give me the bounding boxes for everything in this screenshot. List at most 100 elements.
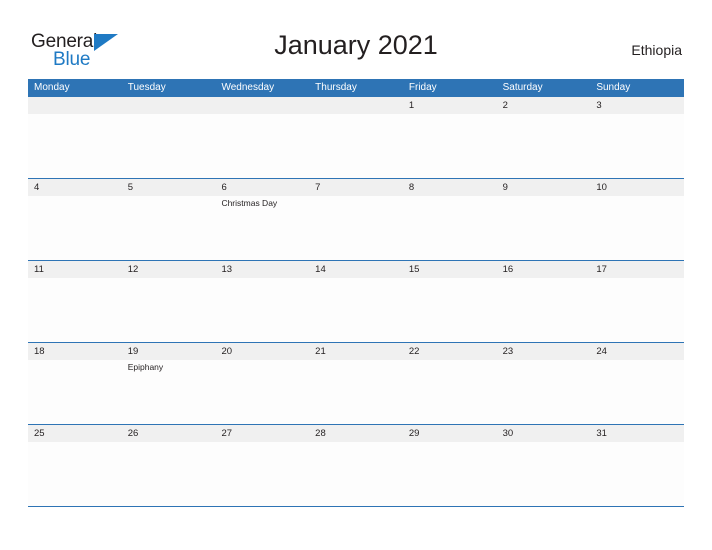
day-number: 13 bbox=[215, 261, 310, 278]
day-events bbox=[28, 114, 122, 116]
weekday-header-friday: Friday bbox=[408, 82, 437, 93]
day-number bbox=[309, 97, 403, 114]
day-number: 14 bbox=[309, 261, 403, 278]
calendar-day-cell[interactable]: 4 bbox=[28, 179, 122, 260]
day-events bbox=[28, 360, 122, 362]
calendar-week-row: 4 5 6 Christmas Day 7 8 9 10 bbox=[28, 178, 685, 260]
calendar-day-cell[interactable]: 26 bbox=[121, 425, 216, 506]
day-number: 23 bbox=[496, 343, 591, 360]
calendar-weeks: 1 2 3 4 5 6 Christmas Day 7 8 9 10 11 12 13 14 15 16 17 18… bbox=[28, 97, 685, 506]
day-number: 29 bbox=[402, 425, 497, 442]
calendar-week-row: 11 12 13 14 15 16 17 bbox=[28, 260, 685, 342]
calendar-day-cell[interactable]: 27 bbox=[215, 425, 310, 506]
page-title: January 2021 bbox=[274, 30, 438, 60]
calendar-day-cell[interactable]: 18 bbox=[28, 343, 122, 424]
calendar-table: Monday Tuesday Wednesday Thursday Friday… bbox=[28, 79, 685, 507]
day-events bbox=[403, 442, 497, 444]
day-number: 7 bbox=[309, 179, 403, 196]
calendar-day-cell[interactable]: 31 bbox=[590, 425, 685, 506]
calendar-week-row: 123 bbox=[28, 97, 685, 178]
day-events bbox=[309, 114, 403, 116]
calendar-day-cell[interactable]: 8 bbox=[402, 179, 497, 260]
weekday-header-row: Monday Tuesday Wednesday Thursday Friday… bbox=[28, 79, 684, 97]
calendar-day-cell[interactable]: 2 bbox=[496, 97, 591, 178]
calendar-day-cell[interactable]: 29 bbox=[402, 425, 497, 506]
day-events bbox=[403, 114, 497, 116]
day-number bbox=[121, 97, 216, 114]
calendar-day-cell[interactable]: 13 bbox=[215, 261, 310, 342]
weekday-header-wednesday: Wednesday bbox=[221, 82, 275, 93]
day-number: 8 bbox=[402, 179, 497, 196]
day-events bbox=[497, 114, 591, 116]
calendar-day-cell[interactable]: 11 bbox=[28, 261, 122, 342]
day-events bbox=[497, 278, 591, 280]
weekday-header-sunday: Sunday bbox=[596, 82, 631, 93]
day-number bbox=[28, 97, 122, 114]
calendar-day-cell[interactable]: 22 bbox=[402, 343, 497, 424]
calendar-day-cell[interactable]: 6 Christmas Day bbox=[215, 179, 310, 260]
day-number: 19 bbox=[121, 343, 216, 360]
calendar-day-cell[interactable]: 17 bbox=[590, 261, 685, 342]
calendar-empty-cell bbox=[121, 97, 216, 178]
calendar-empty-cell bbox=[28, 97, 122, 178]
day-events bbox=[215, 278, 309, 280]
calendar-day-cell[interactable]: 3 bbox=[590, 97, 685, 178]
day-number: 11 bbox=[28, 261, 122, 278]
calendar-day-cell[interactable]: 19 Epiphany bbox=[121, 343, 216, 424]
calendar-day-cell[interactable]: 24 bbox=[590, 343, 685, 424]
weekday-header-thursday: Thursday bbox=[315, 82, 357, 93]
calendar-day-cell[interactable]: 20 bbox=[215, 343, 310, 424]
calendar-day-cell[interactable]: 21 bbox=[309, 343, 403, 424]
calendar-day-cell[interactable]: 28 bbox=[309, 425, 403, 506]
weekday-header-monday: Monday bbox=[34, 82, 70, 93]
day-events bbox=[215, 360, 309, 362]
calendar-week-cells: 123 bbox=[28, 97, 685, 178]
calendar-week-cells: 25 26 27 28 29 30 31 bbox=[28, 425, 685, 506]
day-number: 4 bbox=[28, 179, 122, 196]
calendar-day-cell[interactable]: 10 bbox=[590, 179, 685, 260]
holiday-label: Christmas Day bbox=[221, 198, 278, 208]
day-number: 21 bbox=[309, 343, 403, 360]
day-events bbox=[403, 278, 497, 280]
day-number: 17 bbox=[590, 261, 685, 278]
day-events bbox=[28, 442, 122, 444]
calendar-week-row: 18 19 Epiphany 20 21 22 23 24 bbox=[28, 342, 685, 424]
calendar-day-cell[interactable]: 30 bbox=[496, 425, 591, 506]
calendar-day-cell[interactable]: 1 bbox=[402, 97, 497, 178]
day-events bbox=[215, 114, 309, 116]
day-events bbox=[309, 278, 403, 280]
calendar-day-cell[interactable]: 23 bbox=[496, 343, 591, 424]
holiday-label: Epiphany bbox=[127, 362, 164, 372]
day-events: Epiphany bbox=[122, 360, 216, 373]
day-events bbox=[122, 114, 216, 116]
calendar-day-cell[interactable]: 7 bbox=[309, 179, 403, 260]
day-number: 28 bbox=[309, 425, 403, 442]
day-events bbox=[309, 360, 403, 362]
calendar-day-cell[interactable]: 15 bbox=[402, 261, 497, 342]
country-label: Ethiopia bbox=[631, 42, 682, 58]
calendar-day-cell[interactable]: 25 bbox=[28, 425, 122, 506]
day-events bbox=[122, 278, 216, 280]
day-events bbox=[403, 196, 497, 198]
calendar-week-cells: 11 12 13 14 15 16 17 bbox=[28, 261, 685, 342]
day-number: 25 bbox=[28, 425, 122, 442]
day-events: Christmas Day bbox=[215, 196, 309, 209]
day-events bbox=[497, 360, 591, 362]
calendar-day-cell[interactable]: 9 bbox=[496, 179, 591, 260]
calendar-day-cell[interactable]: 14 bbox=[309, 261, 403, 342]
calendar-day-cell[interactable]: 5 bbox=[121, 179, 216, 260]
day-number: 1 bbox=[402, 97, 497, 114]
calendar-day-cell[interactable]: 12 bbox=[121, 261, 216, 342]
calendar-bottom-rule bbox=[28, 506, 684, 507]
calendar-day-cell[interactable]: 16 bbox=[496, 261, 591, 342]
day-number: 10 bbox=[590, 179, 685, 196]
day-events bbox=[590, 114, 684, 116]
weekday-header-saturday: Saturday bbox=[502, 82, 543, 93]
day-number: 5 bbox=[121, 179, 216, 196]
weekday-header-tuesday: Tuesday bbox=[127, 82, 166, 93]
day-number: 24 bbox=[590, 343, 685, 360]
day-number: 30 bbox=[496, 425, 591, 442]
day-number bbox=[215, 97, 310, 114]
day-number: 27 bbox=[215, 425, 310, 442]
calendar-week-cells: 4 5 6 Christmas Day 7 8 9 10 bbox=[28, 179, 685, 260]
